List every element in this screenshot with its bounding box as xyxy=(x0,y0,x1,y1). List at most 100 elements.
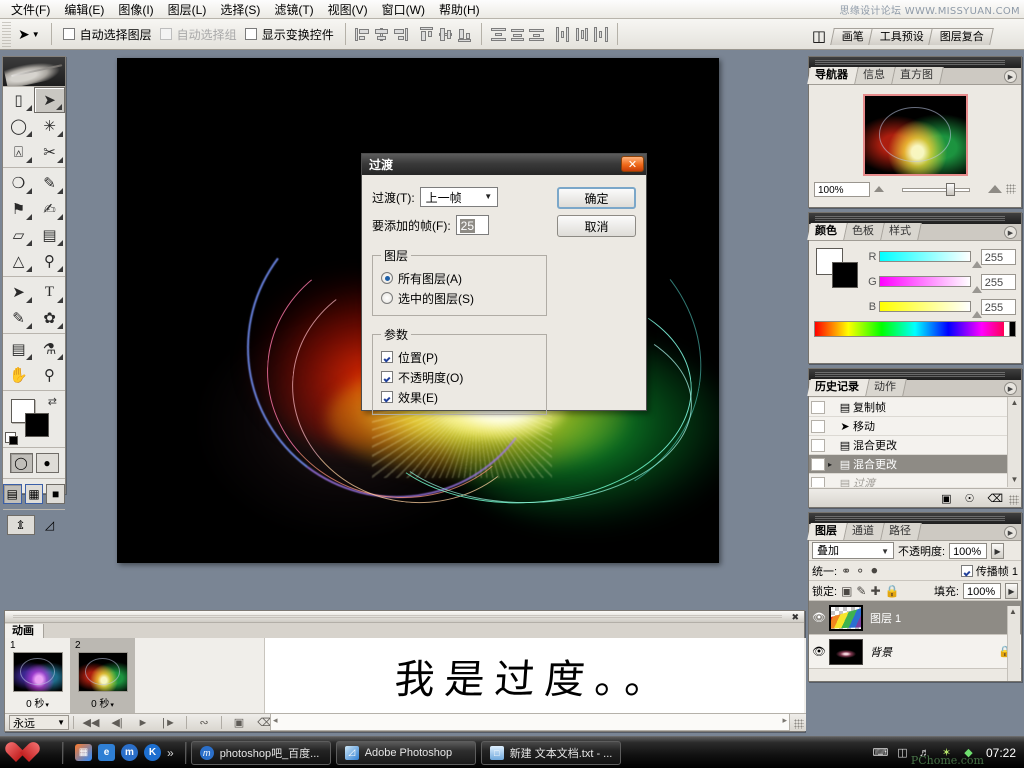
eyedropper-tool[interactable]: ⚗ xyxy=(34,336,65,362)
clone-stamp-tool[interactable]: ⚑ xyxy=(3,196,34,222)
menu-item-select[interactable]: 选择(S) xyxy=(213,0,267,19)
dock-tab-layer-comps[interactable]: 图层复合 xyxy=(928,28,994,45)
animation-horizontal-scrollbar[interactable] xyxy=(270,713,790,731)
current-tool-preset[interactable]: ➤ ▼ xyxy=(14,23,44,46)
panel-menu-icon[interactable]: ▶ xyxy=(1004,226,1017,239)
history-brush-tool[interactable]: ✍ xyxy=(34,196,65,222)
scroll-down-icon[interactable]: ▼ xyxy=(1009,475,1020,486)
layer-name[interactable]: 图层 1 xyxy=(870,610,901,626)
history-item[interactable]: ➤ 移动 xyxy=(809,417,1007,436)
distribute-bottom-edges-button[interactable] xyxy=(528,26,545,43)
slider-track[interactable] xyxy=(879,276,971,287)
align-horizontal-centers-button[interactable] xyxy=(373,26,390,43)
zoom-tool[interactable]: ⚲ xyxy=(34,362,65,388)
slider-track[interactable] xyxy=(879,301,971,312)
move-tool[interactable]: ➤ xyxy=(34,87,65,113)
gradient-tool[interactable]: ▤ xyxy=(34,222,65,248)
menu-item-view[interactable]: 视图(V) xyxy=(321,0,375,19)
select-first-frame-button[interactable]: ◀◀ xyxy=(78,716,104,729)
volume-icon[interactable]: ♬ xyxy=(917,745,932,760)
unify-style-icon[interactable]: ⚫ xyxy=(869,564,879,578)
resize-grip[interactable] xyxy=(794,719,804,729)
tab-histogram[interactable]: 直方图 xyxy=(892,67,944,84)
opacity-value[interactable]: 100% xyxy=(949,543,987,559)
tab-channels[interactable]: 通道 xyxy=(844,523,885,540)
color-slider-r[interactable]: R 255 xyxy=(866,246,1016,267)
panel-menu-icon[interactable]: ▶ xyxy=(1004,382,1017,395)
layer-thumbnail[interactable] xyxy=(829,639,863,665)
type-tool[interactable]: T xyxy=(34,279,65,305)
ok-button[interactable]: 确定 xyxy=(557,187,636,209)
cancel-button[interactable]: 取消 xyxy=(557,215,636,237)
full-screen-mode-button[interactable]: ■ xyxy=(46,484,65,504)
notes-tool[interactable]: ▤ xyxy=(3,336,34,362)
start-button[interactable] xyxy=(0,738,58,768)
scroll-up-icon[interactable]: ▲ xyxy=(1009,607,1017,616)
healing-brush-tool[interactable]: ❍ xyxy=(3,170,34,196)
menu-item-image[interactable]: 图像(I) xyxy=(111,0,160,19)
tween-button[interactable]: ∾ xyxy=(191,716,217,729)
zoom-out-icon[interactable] xyxy=(874,186,884,192)
distribute-vertical-centers-button[interactable] xyxy=(509,26,526,43)
tab-animation[interactable]: 动画 xyxy=(5,624,44,639)
fill-value[interactable]: 100% xyxy=(963,583,1001,599)
distribute-horizontal-centers-button[interactable] xyxy=(573,26,590,43)
resize-grip[interactable] xyxy=(1006,184,1016,194)
eraser-tool[interactable]: ▱ xyxy=(3,222,34,248)
tab-paths[interactable]: 路径 xyxy=(881,523,922,540)
kingsoft-icon[interactable]: K xyxy=(144,744,161,761)
layer-row-background[interactable]: 👁 背景 🔒 xyxy=(809,635,1021,669)
history-scrollbar[interactable]: ▲ ▼ xyxy=(1007,397,1020,487)
color-spectrum-ramp[interactable] xyxy=(814,321,1016,337)
custom-shape-tool[interactable]: ✿ xyxy=(34,305,65,331)
path-selection-tool[interactable]: ➤ xyxy=(3,279,34,305)
history-source-checkbox[interactable] xyxy=(811,458,825,471)
looping-options-select[interactable]: 永远 ▼ xyxy=(9,715,69,730)
tab-color[interactable]: 颜色 xyxy=(807,223,848,240)
antivirus-icon[interactable]: ✶ xyxy=(939,745,954,760)
scroll-up-icon[interactable]: ▲ xyxy=(1009,398,1020,409)
tab-navigator[interactable]: 导航器 xyxy=(807,67,859,84)
close-icon[interactable]: ✕ xyxy=(621,156,644,172)
layer-visibility-icon[interactable]: 👁 xyxy=(809,611,829,624)
delete-icon[interactable]: ⌫ xyxy=(987,492,1003,505)
align-vertical-centers-button[interactable] xyxy=(437,26,454,43)
channel-value[interactable]: 255 xyxy=(981,274,1016,290)
history-item[interactable]: ▤ 复制帧 xyxy=(809,398,1007,417)
brush-tool[interactable]: ✎ xyxy=(34,170,65,196)
menu-item-filter[interactable]: 滤镜(T) xyxy=(267,0,320,19)
align-top-edges-button[interactable] xyxy=(418,26,435,43)
dodge-tool[interactable]: ⚲ xyxy=(34,248,65,274)
taskbar-clock[interactable]: 07:22 xyxy=(983,746,1016,760)
network-icon[interactable]: ◫ xyxy=(895,745,910,760)
zoom-in-icon[interactable] xyxy=(988,185,1002,193)
align-right-edges-button[interactable] xyxy=(392,26,409,43)
show-desktop-icon[interactable]: ▦ xyxy=(75,744,92,761)
crop-tool[interactable]: ⍓ xyxy=(3,139,34,165)
distribute-top-edges-button[interactable] xyxy=(490,26,507,43)
layer-thumbnail[interactable] xyxy=(829,605,863,631)
background-color-swatch[interactable] xyxy=(25,413,49,437)
shield-icon[interactable]: ◆ xyxy=(961,745,976,760)
menu-item-edit[interactable]: 编辑(E) xyxy=(57,0,111,19)
layer-name[interactable]: 背景 xyxy=(870,644,892,660)
background-color-swatch[interactable] xyxy=(832,262,858,288)
history-item[interactable]: ▤ 混合更改 xyxy=(809,436,1007,455)
align-bottom-edges-button[interactable] xyxy=(456,26,473,43)
animation-frame-2[interactable]: 2 0 秒 xyxy=(70,638,135,714)
dialog-titlebar[interactable]: 过渡 ✕ xyxy=(362,154,646,175)
propagate-frame-checkbox[interactable] xyxy=(961,565,973,577)
close-icon[interactable]: ✖ xyxy=(791,612,799,623)
select-next-frame-button[interactable]: |► xyxy=(156,717,182,729)
history-source-checkbox[interactable] xyxy=(811,401,825,414)
dock-tab-tool-presets[interactable]: 工具预设 xyxy=(868,28,934,45)
toolbox-logo[interactable] xyxy=(3,57,65,87)
frame-delay[interactable]: 0 秒 xyxy=(91,695,114,710)
checkbox-opacity[interactable]: 不透明度(O) xyxy=(381,367,538,387)
checkbox-position[interactable]: 位置(P) xyxy=(381,347,538,367)
options-bar-grip[interactable] xyxy=(2,21,11,47)
channel-value[interactable]: 255 xyxy=(981,299,1016,315)
distribute-right-edges-button[interactable] xyxy=(592,26,609,43)
tab-info[interactable]: 信息 xyxy=(855,67,896,84)
magic-wand-tool[interactable]: ✳ xyxy=(34,113,65,139)
